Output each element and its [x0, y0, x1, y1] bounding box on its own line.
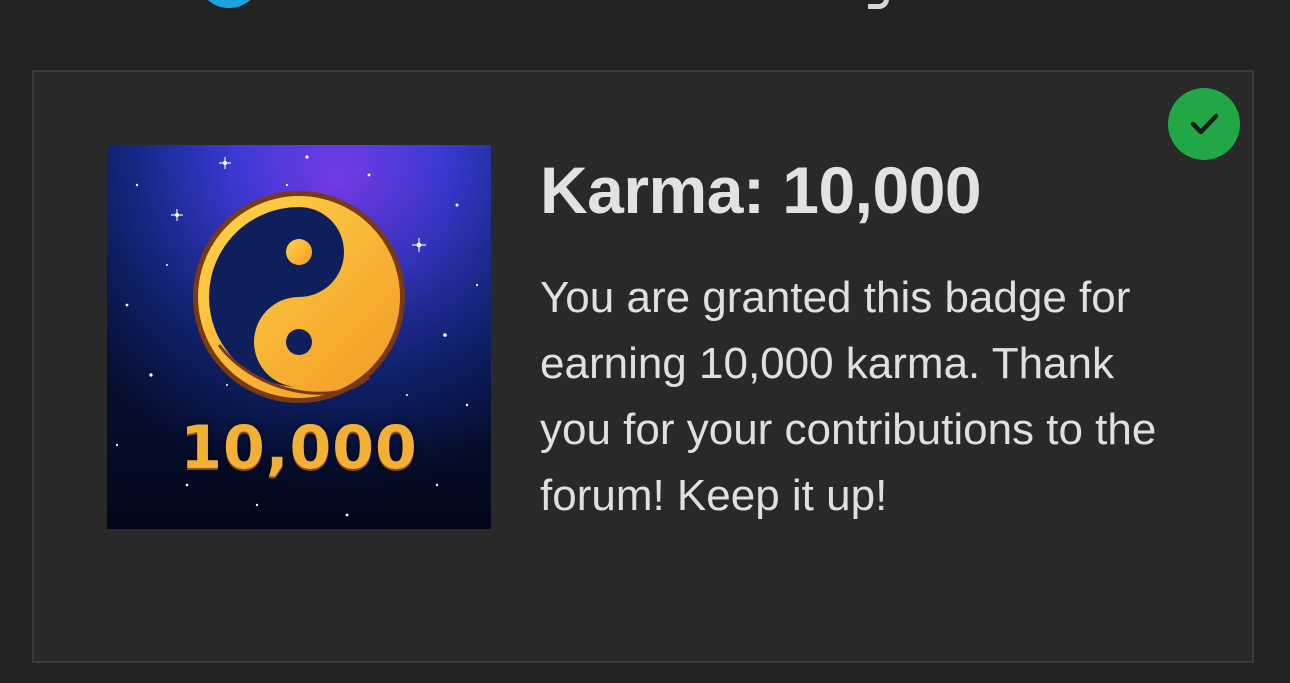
badge-description: You are granted this badge for earning 1…: [540, 273, 1157, 520]
badge-image: 10,000: [107, 145, 491, 529]
previous-card-edge: [0, 0, 1290, 70]
yin-yang-icon: [193, 191, 405, 403]
avatar: [200, 0, 258, 8]
earned-checkmark-icon: [1168, 88, 1240, 160]
badge-title: Karma: 10,000: [540, 153, 982, 227]
badge-image-number: 10,000: [180, 413, 418, 483]
title-fragment: [868, 0, 889, 9]
checkmark-icon: [1190, 113, 1219, 135]
